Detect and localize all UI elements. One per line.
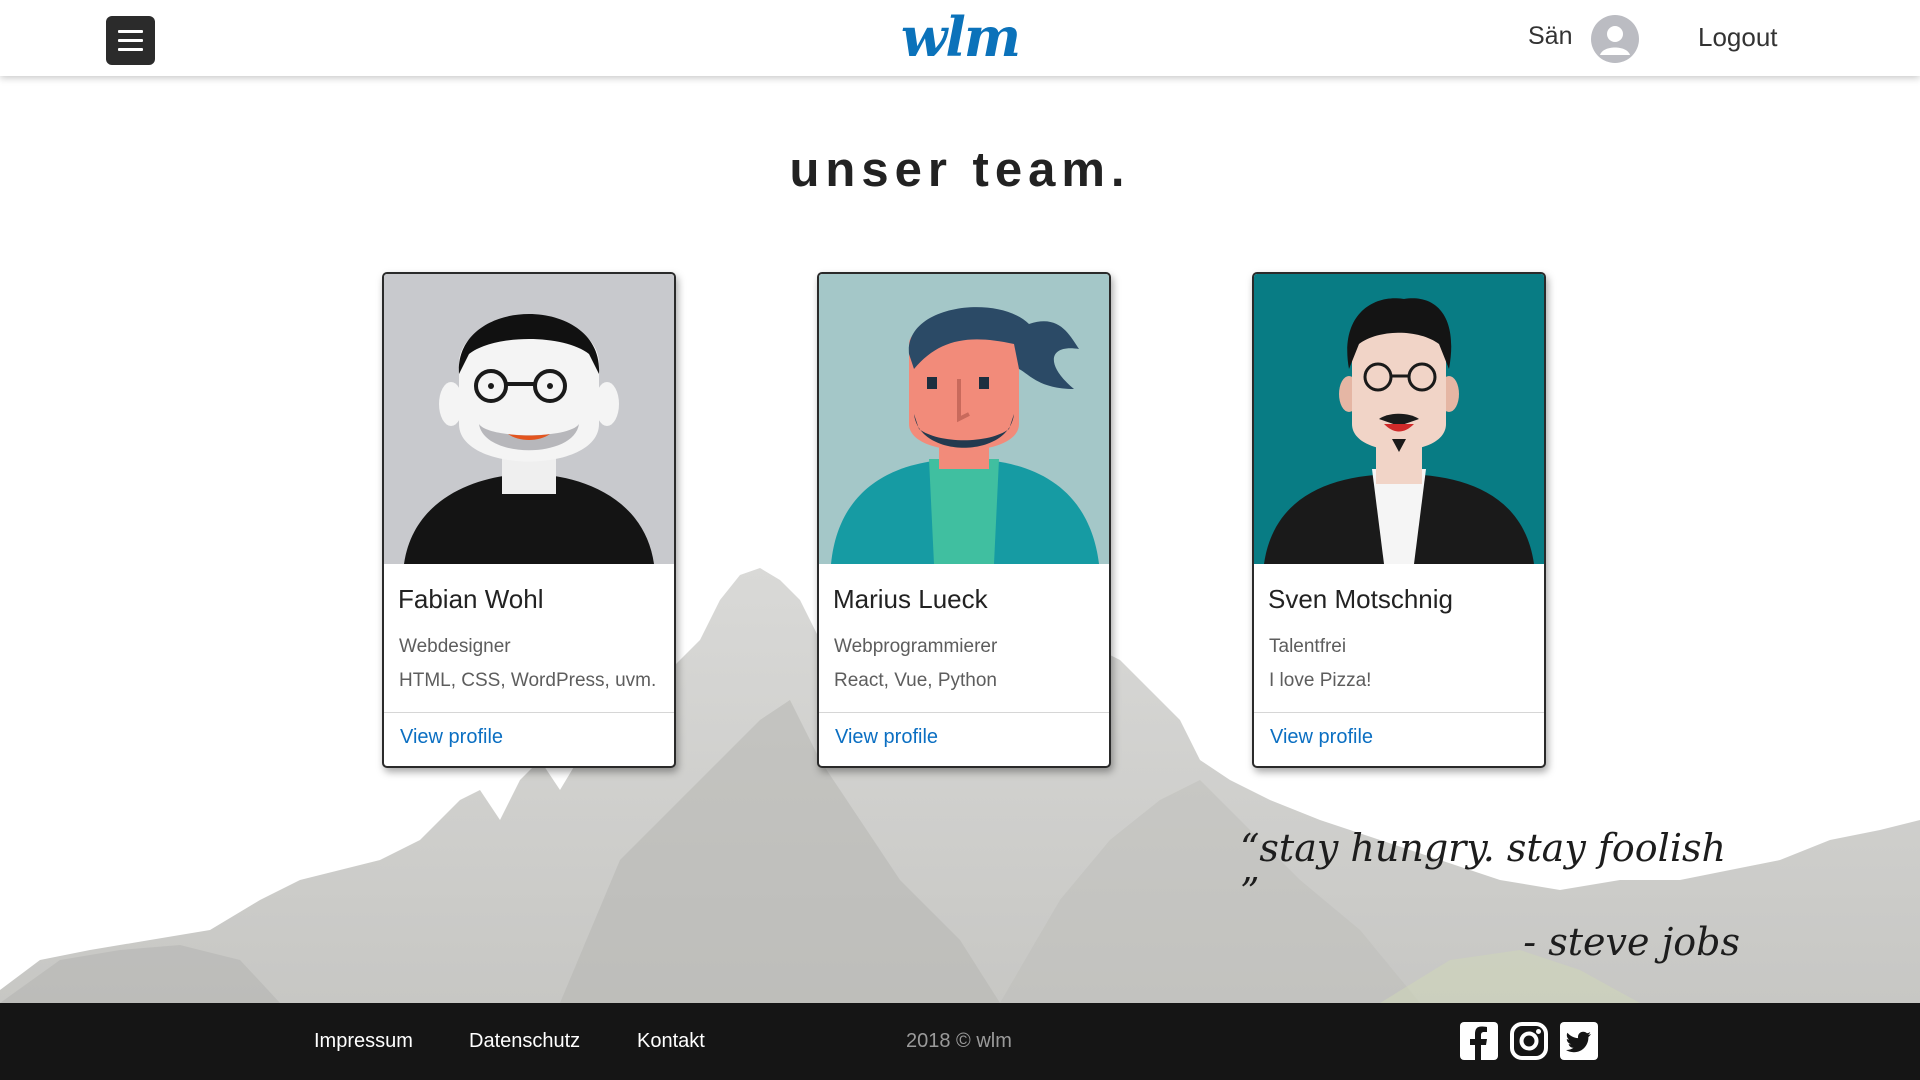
facebook-icon[interactable]	[1460, 1022, 1498, 1060]
footer-link-kontakt[interactable]: Kontakt	[637, 1030, 705, 1053]
member-name: Sven Motschnig	[1268, 584, 1453, 614]
menu-bar-icon	[118, 30, 143, 33]
member-name: Marius Lueck	[833, 584, 988, 614]
portrait-image	[1254, 274, 1544, 564]
portrait-image	[819, 274, 1109, 564]
view-profile-link[interactable]: View profile	[1270, 726, 1373, 749]
view-profile-link[interactable]: View profile	[400, 726, 503, 749]
instagram-icon[interactable]	[1510, 1022, 1548, 1060]
menu-bar-icon	[118, 48, 143, 51]
footer: Impressum Datenschutz Kontakt 2018 © wlm	[0, 1003, 1920, 1080]
logout-link[interactable]: Logout	[1698, 22, 1778, 53]
top-navbar: wlm Sän Logout	[0, 0, 1920, 76]
team-card: Marius Lueck Webprogrammierer React, Vue…	[817, 272, 1111, 768]
user-name: Sän	[1528, 22, 1573, 50]
member-role: Webprogrammierer	[834, 636, 998, 657]
member-skills: I love Pizza!	[1269, 670, 1372, 691]
menu-bar-icon	[118, 39, 143, 42]
copyright-text: 2018 © wlm	[906, 1030, 1012, 1052]
twitter-icon[interactable]	[1560, 1022, 1598, 1060]
member-skills: React, Vue, Python	[834, 670, 998, 691]
quote: “stay hungry. stay foolish ” - steve job…	[1240, 826, 1740, 964]
card-divider	[819, 712, 1109, 713]
member-name: Fabian Wohl	[398, 584, 544, 614]
card-divider	[1254, 712, 1544, 713]
card-divider	[384, 712, 674, 713]
footer-link-datenschutz[interactable]: Datenschutz	[469, 1030, 580, 1053]
portrait-image	[384, 274, 674, 564]
brand-logo[interactable]: wlm	[895, 0, 1025, 70]
team-card: Fabian Wohl Webdesigner HTML, CSS, WordP…	[382, 272, 676, 768]
quote-author: - steve jobs	[1523, 920, 1740, 964]
page-title: unser team.	[789, 143, 1131, 197]
footer-link-impressum[interactable]: Impressum	[314, 1030, 413, 1053]
member-role: Webdesigner	[399, 636, 511, 657]
user-avatar-icon[interactable]	[1591, 15, 1639, 63]
hamburger-menu-button[interactable]	[106, 16, 155, 65]
quote-text: “stay hungry. stay foolish ”	[1240, 826, 1726, 914]
view-profile-link[interactable]: View profile	[835, 726, 938, 749]
team-card: Sven Motschnig Talentfrei I love Pizza! …	[1252, 272, 1546, 768]
member-skills: HTML, CSS, WordPress, uvm.	[399, 670, 657, 691]
member-role: Talentfrei	[1269, 636, 1347, 657]
